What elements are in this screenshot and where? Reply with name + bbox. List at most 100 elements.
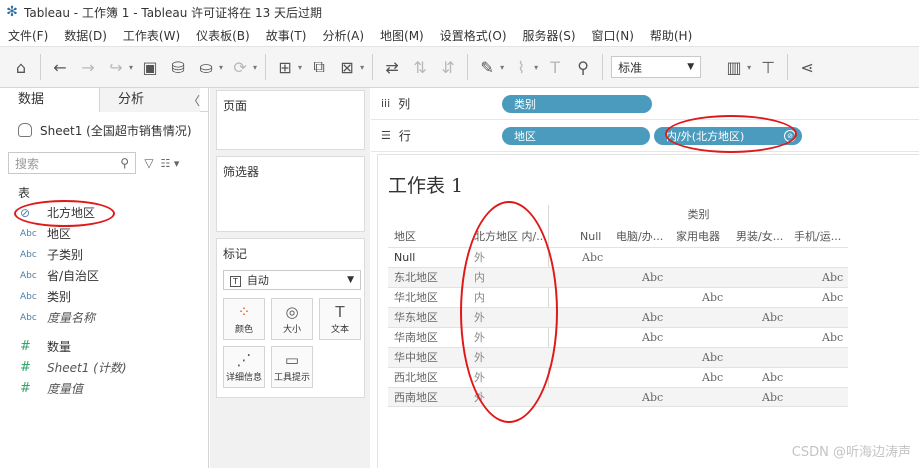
row-region[interactable]: 华北地区 xyxy=(394,288,438,308)
datasource-item[interactable]: Sheet1 (全国超市销售情况) xyxy=(0,116,208,144)
replay-icon[interactable]: ↪ xyxy=(105,56,127,78)
worksheet-title[interactable]: 工作表 1 xyxy=(388,171,463,198)
save-icon[interactable]: ▣ xyxy=(139,56,161,78)
row-region[interactable]: 华东地区 xyxy=(394,308,438,328)
col-header[interactable]: Null xyxy=(580,227,610,247)
pages-card[interactable]: 页面 xyxy=(216,90,365,150)
pill-region[interactable]: 地区 xyxy=(502,126,650,145)
mark-type-select[interactable]: T 自动 ▼ xyxy=(223,270,361,290)
undo-icon[interactable]: ← xyxy=(49,56,71,78)
field-item[interactable]: Abc 类别 xyxy=(0,286,208,307)
row-region[interactable]: 西南地区 xyxy=(394,388,438,408)
fix-axes-icon[interactable]: ⚲ xyxy=(572,56,594,78)
redo-icon[interactable]: → xyxy=(77,56,99,78)
row-region[interactable]: 华南地区 xyxy=(394,328,438,348)
sort-descending-icon[interactable]: ⇵ xyxy=(437,56,459,78)
pill-category[interactable]: 类别 xyxy=(502,94,652,113)
detail-button[interactable]: ⋰ 详细信息 xyxy=(223,346,265,388)
refresh-icon[interactable]: ⟳ xyxy=(229,56,251,78)
view-size-select[interactable]: 标准 ▼ xyxy=(611,56,702,78)
col-header[interactable]: 地区 xyxy=(394,227,464,247)
group-icon[interactable]: ⌇ xyxy=(510,56,532,78)
row-region[interactable]: Null xyxy=(394,248,415,268)
text-button[interactable]: T 文本 xyxy=(319,298,361,340)
data-cell[interactable]: Abc xyxy=(702,348,723,368)
field-item[interactable]: Abc 省/自治区 xyxy=(0,265,208,286)
new-worksheet-caret-icon[interactable]: ▾ xyxy=(298,63,302,72)
data-cell[interactable]: Abc xyxy=(822,328,843,348)
datasource-caret-icon[interactable]: ▾ xyxy=(219,63,223,72)
menu-map[interactable]: 地图(M) xyxy=(372,27,432,44)
data-cell[interactable]: Abc xyxy=(642,268,663,288)
sort-ascending-icon[interactable]: ⇅ xyxy=(409,56,431,78)
data-cell[interactable]: Abc xyxy=(762,388,783,408)
new-datasource-icon[interactable]: ⛁ xyxy=(167,56,189,78)
presentation-icon[interactable]: ⊤ xyxy=(757,56,779,78)
field-item[interactable]: # 度量值 xyxy=(0,378,208,399)
field-name: 数量 xyxy=(47,340,72,354)
menu-file[interactable]: 文件(F) xyxy=(0,27,56,44)
home-icon[interactable]: ⌂ xyxy=(10,56,32,78)
color-button[interactable]: ⁘ 颜色 xyxy=(223,298,265,340)
replay-caret-icon[interactable]: ▾ xyxy=(129,63,133,72)
data-cell[interactable]: Abc xyxy=(762,368,783,388)
group-caret-icon[interactable]: ▾ xyxy=(534,63,538,72)
new-worksheet-icon[interactable]: ⊞ xyxy=(274,56,296,78)
tooltip-button[interactable]: ▭ 工具提示 xyxy=(271,346,313,388)
menu-format[interactable]: 设置格式(O) xyxy=(432,27,515,44)
show-me-icon[interactable]: ▥ xyxy=(723,56,745,78)
data-cell[interactable]: Abc xyxy=(762,308,783,328)
menu-analysis[interactable]: 分析(A) xyxy=(314,27,372,44)
col-header[interactable]: 家用电器 xyxy=(676,227,732,247)
data-cell[interactable]: Abc xyxy=(642,308,663,328)
menu-story[interactable]: 故事(T) xyxy=(258,27,315,44)
swap-rows-columns-icon[interactable]: ⇄ xyxy=(381,56,403,78)
refresh-caret-icon[interactable]: ▾ xyxy=(253,63,257,72)
col-header[interactable]: 男装/女... xyxy=(736,227,792,247)
collapse-pane-icon[interactable]: 〈 xyxy=(188,92,200,109)
menu-help[interactable]: 帮助(H) xyxy=(642,27,700,44)
menu-window[interactable]: 窗口(N) xyxy=(584,27,642,44)
col-header[interactable]: 电脑/办... xyxy=(616,227,672,247)
field-item[interactable]: Abc 度量名称 xyxy=(0,307,208,328)
menu-data[interactable]: 数据(D) xyxy=(56,27,115,44)
row-region[interactable]: 西北地区 xyxy=(394,368,438,388)
worksheet-view[interactable]: 工作表 1 类别 地区 北方地区 内/... Null 电脑/办... 家用电器… xyxy=(377,154,919,468)
field-item[interactable]: # Sheet1 (计数) xyxy=(0,357,208,378)
data-cell[interactable]: Abc xyxy=(642,328,663,348)
field-item[interactable]: # 数量 xyxy=(0,336,208,357)
row-region[interactable]: 华中地区 xyxy=(394,348,438,368)
size-button[interactable]: ◎ 大小 xyxy=(271,298,313,340)
show-me-caret-icon[interactable]: ▾ xyxy=(747,63,751,72)
data-cell[interactable]: Abc xyxy=(642,388,663,408)
filter-icon[interactable]: ▽ xyxy=(140,156,158,170)
menu-worksheet[interactable]: 工作表(W) xyxy=(115,27,188,44)
highlight-icon[interactable]: ✎ xyxy=(476,56,498,78)
col-header[interactable]: 手机/运... xyxy=(794,227,850,247)
field-item[interactable]: Abc 子类别 xyxy=(0,244,208,265)
view-list-icon[interactable]: ☷ ▾ xyxy=(160,157,180,170)
category-header[interactable]: 类别 xyxy=(548,205,848,225)
data-cell[interactable]: Abc xyxy=(582,248,603,268)
menu-dashboard[interactable]: 仪表板(B) xyxy=(188,27,258,44)
data-cell[interactable]: Abc xyxy=(702,288,723,308)
columns-shelf[interactable]: iii 列 类别 xyxy=(371,88,919,120)
highlight-caret-icon[interactable]: ▾ xyxy=(500,63,504,72)
labels-icon[interactable]: T xyxy=(544,56,566,78)
filters-card[interactable]: 筛选器 xyxy=(216,156,365,232)
tab-analysis[interactable]: 分析 xyxy=(100,88,200,112)
clear-sheet-icon[interactable]: ⊠ xyxy=(336,56,358,78)
field-search-input[interactable]: 搜索 ⚲ xyxy=(8,152,136,174)
rows-shelf[interactable]: ☰ 行 地区 内/外(北方地区) ⊘ xyxy=(371,120,919,152)
tab-data[interactable]: 数据 xyxy=(0,88,100,112)
data-cell[interactable]: Abc xyxy=(822,268,843,288)
datasource-icon[interactable]: ⛀ xyxy=(195,56,217,78)
field-item[interactable]: Abc 地区 xyxy=(0,223,208,244)
data-cell[interactable]: Abc xyxy=(822,288,843,308)
row-region[interactable]: 东北地区 xyxy=(394,268,438,288)
clear-sheet-caret-icon[interactable]: ▾ xyxy=(360,63,364,72)
menu-server[interactable]: 服务器(S) xyxy=(515,27,584,44)
share-icon[interactable]: ⋖ xyxy=(796,56,818,78)
data-cell[interactable]: Abc xyxy=(702,368,723,388)
duplicate-sheet-icon[interactable]: ⧉ xyxy=(308,56,330,78)
